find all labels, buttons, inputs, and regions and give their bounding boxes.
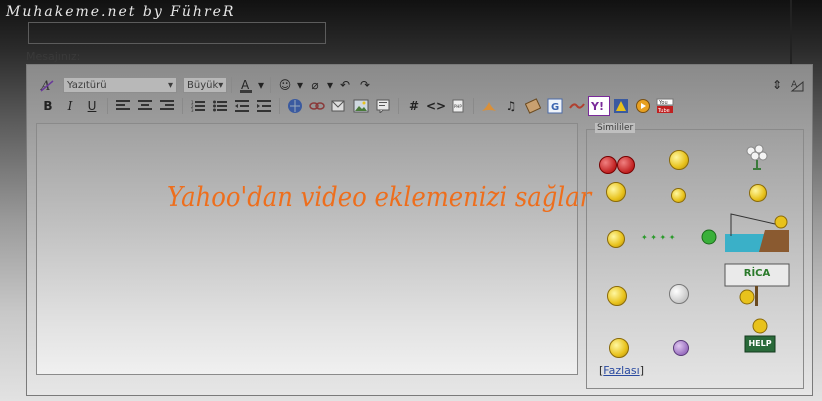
svg-text:PHP: PHP (454, 104, 462, 109)
big-grin-smiley-icon[interactable] (609, 338, 629, 358)
metacafe-icon[interactable] (610, 96, 632, 116)
attachment-icon[interactable]: ⌀ (305, 75, 325, 95)
shooting-smiley-icon[interactable]: ✦ ✦ ✦ ✦ (641, 226, 721, 248)
svg-text:G: G (551, 102, 559, 113)
align-center-icon[interactable] (134, 96, 156, 116)
unordered-list-icon[interactable] (209, 96, 231, 116)
flower-bouquet-icon[interactable] (743, 144, 771, 170)
youtube-icon[interactable]: You Tube (654, 96, 676, 116)
php-code-icon[interactable]: PHP (447, 96, 469, 116)
ordered-list-icon[interactable]: 123 (187, 96, 209, 116)
help-sign-label: HELP (748, 339, 772, 348)
tooltip-caption: Yahoo'dan video eklemenizi sağlar (167, 182, 592, 213)
chevron-down-icon[interactable]: ▾ (295, 75, 305, 95)
size-select[interactable]: Büyük ▾ (183, 77, 227, 93)
align-left-icon[interactable] (112, 96, 134, 116)
insert-email-icon[interactable] (328, 96, 350, 116)
video-tape-icon[interactable] (522, 96, 544, 116)
ghost-input-field (28, 22, 326, 44)
banner-text: Muhakeme.net by FühreR (6, 4, 236, 20)
thumbs-up-smiley-icon[interactable] (607, 230, 625, 248)
google-video-icon[interactable]: G (544, 96, 566, 116)
thinking-smiley-icon[interactable] (606, 182, 626, 202)
red-angry-smiley-icon[interactable] (599, 156, 617, 174)
smilies-title: Simililer (595, 123, 636, 133)
html-code-icon[interactable]: <> (425, 96, 447, 116)
svg-text:3: 3 (191, 108, 194, 112)
page-divider (790, 0, 792, 64)
remove-link-icon[interactable] (306, 96, 328, 116)
insert-image-icon[interactable] (350, 96, 372, 116)
separator (231, 77, 232, 93)
font-style-icon[interactable]: A (37, 75, 57, 95)
redo-icon[interactable]: ↷ (355, 75, 375, 95)
help-sign-smiley-icon[interactable]: HELP (743, 316, 777, 356)
resize-editor-icon[interactable]: ⇕ (767, 75, 787, 95)
editor: A Yazıtürü ▾ Büyük ▾ A ▾ ☺ ▾ ⌀ ▾ ↶ ↷ ⇕ A… (26, 64, 813, 396)
media-player-icon[interactable] (632, 96, 654, 116)
more-smilies: [Fazlası] (599, 364, 645, 377)
insert-link-icon[interactable] (284, 96, 306, 116)
separator (107, 98, 108, 114)
separator (473, 98, 474, 114)
svg-text:Tube: Tube (657, 108, 670, 114)
chevron-down-icon[interactable]: ▾ (256, 75, 266, 95)
more-smilies-link[interactable]: Fazlası (603, 364, 639, 377)
chevron-down-icon[interactable]: ▾ (325, 75, 335, 95)
size-select-value: Büyük (187, 79, 219, 91)
chevron-down-icon: ▾ (218, 79, 224, 91)
red-angry-smiley-icon[interactable] (617, 156, 635, 174)
chevron-down-icon: ▾ (167, 79, 173, 91)
top-banner: Muhakeme.net by FühreR (0, 0, 822, 44)
smile-icon[interactable] (671, 188, 686, 203)
grey-grin-smiley-icon[interactable] (669, 284, 689, 304)
laughing-smiley-icon[interactable] (607, 286, 627, 306)
svg-text:✦ ✦ ✦ ✦: ✦ ✦ ✦ ✦ (641, 233, 676, 242)
smilies-panel: Simililer ✦ ✦ ✦ ✦ RİCA HELP [Fazlası] (586, 123, 804, 389)
svg-text:A: A (241, 78, 250, 92)
yahoo-video-icon[interactable]: Y! (588, 96, 610, 116)
separator (279, 98, 280, 114)
toolbar-row-2: B I U 123 # <> PHP ♫ G Y! You Tube (37, 95, 676, 117)
separator (270, 77, 271, 93)
smiley-menu-icon[interactable]: ☺ (275, 75, 295, 95)
indent-icon[interactable] (253, 96, 275, 116)
swf-icon[interactable] (566, 96, 588, 116)
rica-sign-label: RİCA (743, 268, 771, 279)
message-label: Mesajınız: (26, 50, 81, 63)
underline-icon[interactable]: U (81, 96, 103, 116)
align-right-icon[interactable] (156, 96, 178, 116)
code-hash-icon[interactable]: # (403, 96, 425, 116)
font-color-icon[interactable]: A (236, 75, 256, 95)
svg-text:Y!: Y! (590, 100, 604, 113)
outdent-icon[interactable] (231, 96, 253, 116)
fishing-smiley-icon[interactable] (725, 210, 789, 252)
grinning-smiley-icon[interactable] (669, 150, 689, 170)
svg-text:You: You (658, 100, 668, 106)
message-textarea[interactable]: Yahoo'dan video eklemenizi sağlar (36, 123, 591, 375)
quote-icon[interactable] (372, 96, 394, 116)
rica-sign-smiley-icon[interactable]: RİCA (723, 262, 791, 306)
clear-format-icon[interactable]: A (787, 75, 807, 95)
italic-icon[interactable]: I (59, 96, 81, 116)
separator (182, 98, 183, 114)
font-select-value: Yazıtürü (67, 79, 107, 91)
music-note-icon[interactable]: ♫ (500, 96, 522, 116)
sad-purple-smiley-icon[interactable] (673, 340, 689, 356)
toolbar-row-1: A Yazıtürü ▾ Büyük ▾ A ▾ ☺ ▾ ⌀ ▾ ↶ ↷ ⇕ A (37, 74, 807, 96)
bold-icon[interactable]: B (37, 96, 59, 116)
flash-icon[interactable] (478, 96, 500, 116)
wink-smiley-icon[interactable] (749, 184, 767, 202)
undo-icon[interactable]: ↶ (335, 75, 355, 95)
font-select[interactable]: Yazıtürü ▾ (63, 77, 177, 93)
separator (398, 98, 399, 114)
